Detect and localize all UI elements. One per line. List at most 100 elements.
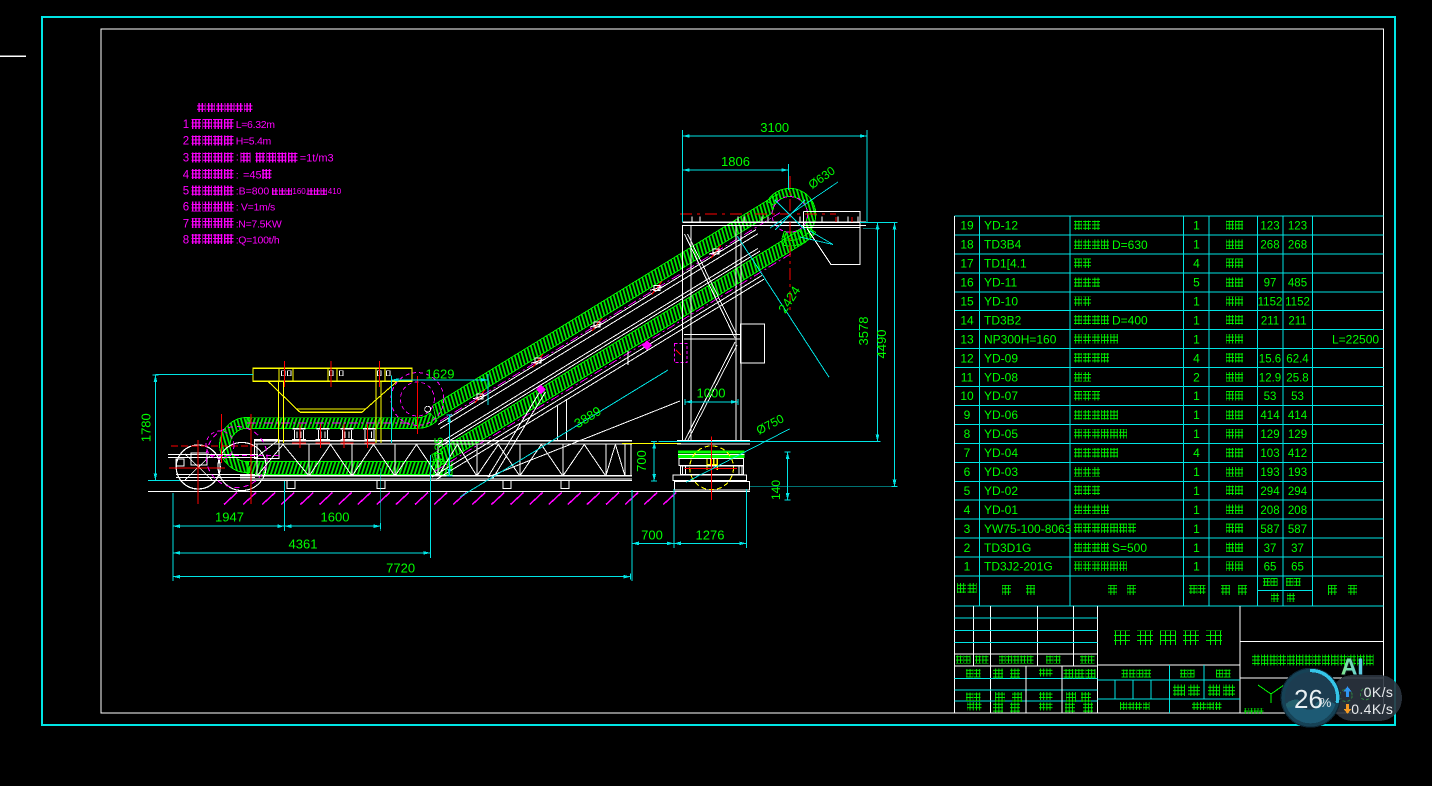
svg-text:129: 129: [1260, 429, 1279, 441]
svg-text:294: 294: [1260, 486, 1280, 498]
svg-text:160,: 160,: [292, 187, 308, 196]
svg-text:268: 268: [1260, 240, 1279, 252]
svg-text:D=630: D=630: [1112, 238, 1148, 252]
svg-text:208: 208: [1260, 505, 1279, 517]
svg-text:=1t/m3: =1t/m3: [300, 153, 334, 165]
svg-text:10: 10: [960, 389, 974, 403]
svg-text:1600: 1600: [321, 510, 350, 525]
svg-text:65: 65: [1291, 562, 1304, 574]
svg-text:1: 1: [1193, 408, 1200, 422]
svg-text:37: 37: [1264, 543, 1277, 555]
svg-text:5: 5: [964, 484, 971, 498]
svg-text:YD-11: YD-11: [984, 276, 1017, 290]
svg-text:15.6: 15.6: [1259, 353, 1281, 365]
svg-text::B=800: :B=800: [236, 186, 270, 198]
svg-text:1: 1: [1193, 219, 1200, 233]
svg-text:1: 1: [1193, 389, 1200, 403]
svg-text:7: 7: [183, 218, 189, 230]
svg-text::N=7.5KW: :N=7.5KW: [236, 218, 282, 230]
svg-text:D=400: D=400: [1112, 314, 1148, 328]
svg-text:97: 97: [1264, 278, 1277, 290]
svg-text:208: 208: [1288, 505, 1307, 517]
svg-text:700: 700: [641, 528, 663, 543]
svg-text:193: 193: [1260, 467, 1279, 479]
svg-text:25.8: 25.8: [1286, 372, 1308, 384]
svg-text:YD-01: YD-01: [984, 503, 1018, 517]
svg-text:1: 1: [1193, 522, 1200, 536]
svg-text:268: 268: [1288, 240, 1307, 252]
svg-text:8: 8: [183, 234, 189, 246]
svg-text:294: 294: [1288, 486, 1308, 498]
svg-text:5: 5: [183, 186, 189, 198]
svg-text:62.4: 62.4: [1286, 353, 1309, 365]
svg-text:123: 123: [1260, 221, 1279, 233]
svg-text:3: 3: [183, 153, 189, 165]
svg-text:4: 4: [1193, 257, 1200, 271]
svg-text:2: 2: [964, 541, 971, 555]
svg-text:4: 4: [1193, 446, 1200, 460]
svg-text:1629: 1629: [426, 367, 455, 382]
svg-text:700: 700: [634, 450, 649, 472]
svg-text:1: 1: [1193, 238, 1200, 252]
svg-text:211: 211: [1261, 315, 1279, 327]
svg-text:1: 1: [1193, 332, 1200, 346]
svg-text:211: 211: [1288, 315, 1306, 327]
svg-text:65: 65: [1264, 562, 1277, 574]
svg-text:NP300H=160: NP300H=160: [984, 332, 1057, 346]
svg-text:1: 1: [1193, 465, 1200, 479]
svg-text:4: 4: [964, 503, 971, 517]
svg-text:2: 2: [183, 136, 189, 148]
svg-text:1: 1: [1193, 560, 1200, 574]
svg-text:412: 412: [1288, 448, 1307, 460]
svg-text:9: 9: [964, 408, 971, 422]
svg-text:17: 17: [960, 257, 974, 271]
svg-text:0K/s: 0K/s: [1364, 684, 1394, 700]
svg-text:1: 1: [1193, 484, 1200, 498]
svg-text:YD-05: YD-05: [984, 427, 1018, 441]
svg-text:587: 587: [1260, 524, 1279, 536]
svg-text:YD-03: YD-03: [984, 465, 1018, 479]
svg-text:1276: 1276: [696, 528, 725, 543]
svg-text:103: 103: [1260, 448, 1279, 460]
svg-text:L=6.32m: L=6.32m: [236, 119, 276, 131]
svg-text:4490: 4490: [874, 330, 889, 359]
svg-text:YD-07: YD-07: [984, 389, 1018, 403]
svg-text:1806: 1806: [721, 154, 750, 169]
svg-text:1152: 1152: [1285, 297, 1310, 309]
svg-text:L=22500: L=22500: [1332, 332, 1379, 346]
svg-text:18: 18: [960, 238, 974, 252]
svg-text:1: 1: [1193, 427, 1200, 441]
svg-text:12.9: 12.9: [1259, 372, 1281, 384]
svg-text:15: 15: [960, 295, 974, 309]
svg-text:13: 13: [960, 332, 974, 346]
svg-text:53: 53: [1264, 391, 1277, 403]
svg-text:S=500: S=500: [1112, 541, 1147, 555]
svg-text:TD3B4: TD3B4: [984, 238, 1022, 252]
svg-text:: V=1m/s: : V=1m/s: [236, 202, 275, 214]
svg-text:1780: 1780: [138, 413, 153, 442]
svg-text:19: 19: [960, 219, 974, 233]
svg-text:4: 4: [183, 169, 190, 181]
svg-text:140: 140: [769, 480, 783, 500]
svg-text:7720: 7720: [386, 561, 415, 576]
svg-text:YD-02: YD-02: [984, 484, 1018, 498]
svg-text:1: 1: [1193, 313, 1200, 327]
svg-text:8: 8: [964, 427, 971, 441]
svg-text:H=5.4m: H=5.4m: [236, 136, 272, 148]
svg-text:TD1[4.1: TD1[4.1: [984, 257, 1027, 271]
svg-text:6: 6: [964, 465, 971, 479]
svg-text:YD-06: YD-06: [984, 408, 1018, 422]
svg-text:1: 1: [183, 119, 189, 131]
svg-text:YW75-100-8063: YW75-100-8063: [984, 522, 1072, 536]
svg-text:3100: 3100: [760, 120, 789, 135]
svg-text:4361: 4361: [289, 537, 318, 552]
svg-text:0.4K/s: 0.4K/s: [1351, 701, 1393, 717]
svg-text:YD-08: YD-08: [984, 370, 1018, 384]
svg-text:2: 2: [1193, 370, 1200, 384]
svg-text:3578: 3578: [856, 317, 871, 346]
svg-text:7: 7: [964, 446, 971, 460]
svg-text::Q=100t/h: :Q=100t/h: [236, 234, 280, 246]
svg-text::: :: [236, 169, 239, 181]
svg-text:TD3D1G: TD3D1G: [984, 541, 1031, 555]
svg-text:12: 12: [960, 351, 974, 365]
